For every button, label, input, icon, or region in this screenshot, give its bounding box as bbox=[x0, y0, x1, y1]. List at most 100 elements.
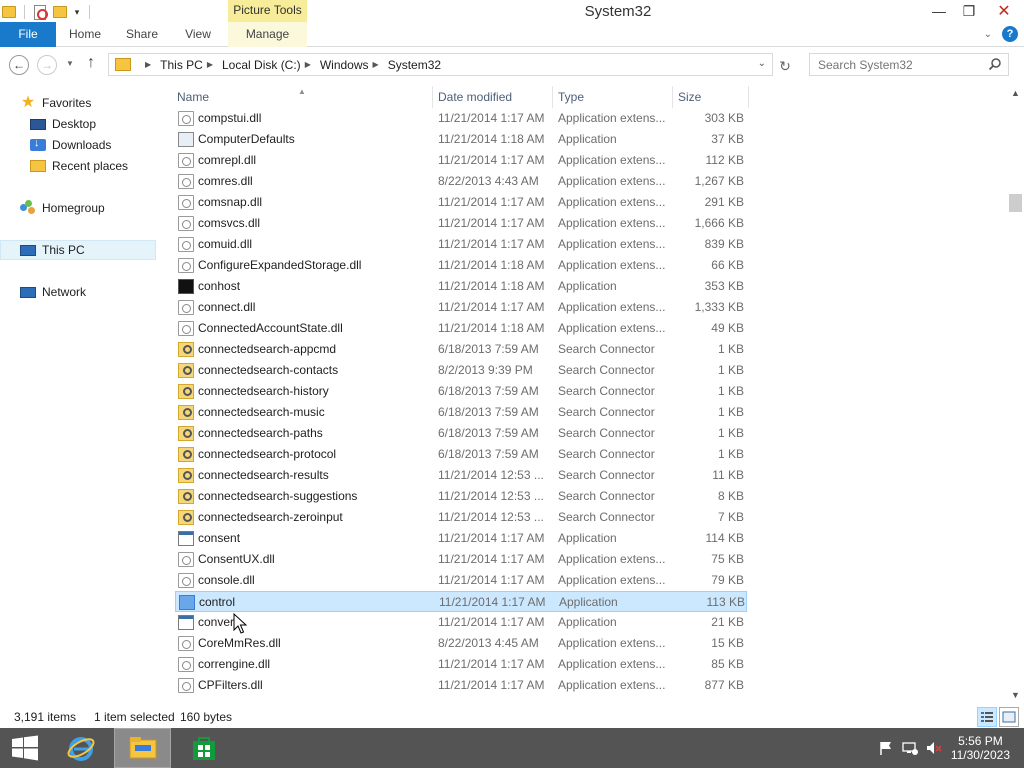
tab-home[interactable]: Home bbox=[60, 22, 110, 47]
tab-view[interactable]: View bbox=[174, 22, 222, 47]
large-icons-view-button[interactable] bbox=[999, 707, 1019, 727]
table-row[interactable]: convert 11/21/2014 1:17 AM Application 21 K… bbox=[175, 612, 747, 633]
address-history-chevron-icon[interactable]: ⌄ bbox=[758, 58, 766, 69]
clock-time: 5:56 PM bbox=[958, 734, 1003, 748]
scroll-down-arrow-icon[interactable]: ▼ bbox=[1011, 690, 1020, 700]
nav-item-homegroup[interactable]: Homegroup bbox=[0, 198, 156, 218]
table-row[interactable]: compstui.dll 11/21/2014 1:17 AM Applicatio… bbox=[175, 108, 747, 129]
forward-button[interactable]: → bbox=[37, 55, 57, 75]
table-row[interactable]: connectedsearch-results 11/21/2014 12:53 … bbox=[175, 465, 747, 486]
expand-ribbon-chevron-icon[interactable]: ⌄ bbox=[984, 29, 992, 40]
nav-item-favorites[interactable]: ★ Favorites bbox=[0, 93, 156, 113]
table-row[interactable]: consent 11/21/2014 1:17 AM Application 114 … bbox=[175, 528, 747, 549]
table-row[interactable]: connectedsearch-music 6/18/2013 7:59 AM Se… bbox=[175, 402, 747, 423]
nav-item-recent-places[interactable]: Recent places bbox=[0, 156, 156, 176]
table-row[interactable]: comuid.dll 11/21/2014 1:17 AM Application … bbox=[175, 234, 747, 255]
table-row[interactable]: CPFilters.dll 11/21/2014 1:17 AM Applicati… bbox=[175, 675, 747, 696]
ribbon-right-controls: ⌄ ? bbox=[984, 26, 1018, 42]
minimize-button[interactable]: — bbox=[924, 0, 954, 22]
file-size: 7 KB bbox=[717, 510, 744, 524]
table-row[interactable]: connectedsearch-protocol 6/18/2013 7:59 A… bbox=[175, 444, 747, 465]
file-name: ConnectedAccountState.dll bbox=[198, 321, 343, 335]
back-button[interactable]: ← bbox=[9, 55, 29, 75]
file-type: Application extens... bbox=[558, 195, 666, 209]
breadcrumb-chevron-icon[interactable]: ▶ bbox=[207, 60, 213, 69]
scroll-up-arrow-icon[interactable]: ▲ bbox=[1011, 88, 1020, 98]
tab-manage[interactable]: Manage bbox=[228, 22, 307, 47]
start-button[interactable] bbox=[0, 728, 50, 768]
tab-share[interactable]: Share bbox=[118, 22, 166, 47]
table-row[interactable]: comsvcs.dll 11/21/2014 1:17 AM Application… bbox=[175, 213, 747, 234]
nav-item-network[interactable]: Network bbox=[0, 282, 156, 302]
column-header-type[interactable]: Type bbox=[553, 86, 673, 108]
nav-item-desktop[interactable]: Desktop bbox=[0, 114, 156, 134]
table-row[interactable]: connectedsearch-history 6/18/2013 7:59 AM… bbox=[175, 381, 747, 402]
recent-places-icon bbox=[30, 160, 46, 172]
search-input[interactable] bbox=[818, 57, 983, 72]
table-row[interactable]: conhost 11/21/2014 1:18 AM Application 353 … bbox=[175, 276, 747, 297]
table-row[interactable]: comrepl.dll 11/21/2014 1:17 AM Application… bbox=[175, 150, 747, 171]
details-view-button[interactable] bbox=[977, 707, 997, 727]
table-row[interactable]: comsnap.dll 11/21/2014 1:17 AM Application… bbox=[175, 192, 747, 213]
table-row[interactable]: ConnectedAccountState.dll 11/21/2014 1:18… bbox=[175, 318, 747, 339]
search-box[interactable] bbox=[809, 53, 1009, 76]
tab-file[interactable]: File bbox=[0, 22, 56, 47]
column-header-size[interactable]: Size bbox=[673, 86, 749, 108]
file-size: 112 KB bbox=[705, 153, 744, 167]
internet-explorer-taskbar-button[interactable] bbox=[55, 728, 107, 768]
help-icon[interactable]: ? bbox=[1002, 26, 1018, 42]
store-taskbar-button[interactable] bbox=[178, 728, 230, 768]
dll-file-icon bbox=[178, 216, 194, 231]
breadcrumb-chevron-icon[interactable]: ▶ bbox=[145, 60, 151, 69]
table-row[interactable]: ConfigureExpandedStorage.dll 11/21/2014 1… bbox=[175, 255, 747, 276]
table-row[interactable]: console.dll 11/21/2014 1:17 AM Application… bbox=[175, 570, 747, 591]
column-header-date[interactable]: Date modified bbox=[433, 86, 553, 108]
refresh-icon[interactable]: ↻ bbox=[776, 57, 794, 75]
maximize-button[interactable]: ❐ bbox=[954, 0, 984, 22]
file-type: Application extens... bbox=[558, 216, 666, 230]
file-name: control bbox=[199, 595, 236, 609]
nav-item-downloads[interactable]: Downloads bbox=[0, 135, 156, 155]
scrollbar-thumb[interactable] bbox=[1009, 194, 1022, 212]
table-row[interactable]: correngine.dll 11/21/2014 1:17 AM Applicat… bbox=[175, 654, 747, 675]
recent-locations-chevron-icon[interactable]: ▼ bbox=[66, 59, 74, 68]
table-row[interactable]: connectedsearch-paths 6/18/2013 7:59 AM Se… bbox=[175, 423, 747, 444]
breadcrumb-system32[interactable]: System32 bbox=[388, 58, 441, 72]
table-row[interactable]: ConsentUX.dll 11/21/2014 1:17 AM Applicati… bbox=[175, 549, 747, 570]
file-name: connectedsearch-protocol bbox=[198, 447, 337, 461]
table-row[interactable]: connectedsearch-contacts 8/2/2013 9:39 PM… bbox=[175, 360, 747, 381]
table-row[interactable]: ComputerDefaults 11/21/2014 1:18 AM Applic… bbox=[175, 129, 747, 150]
table-row[interactable]: connect.dll 11/21/2014 1:17 AM Application… bbox=[175, 297, 747, 318]
table-row[interactable]: CoreMmRes.dll 8/22/2013 4:45 AM Applicatio… bbox=[175, 633, 747, 654]
clock[interactable]: 5:56 PM 11/30/2023 bbox=[951, 734, 1010, 762]
close-button[interactable]: ✕ bbox=[984, 0, 1024, 22]
internet-explorer-icon bbox=[67, 737, 95, 761]
address-bar[interactable]: ▶ This PC ▶ Local Disk (C:) ▶ Windows ▶ … bbox=[108, 53, 773, 76]
nav-item-this-pc[interactable]: This PC bbox=[0, 240, 156, 260]
table-row[interactable]: connectedsearch-appcmd 6/18/2013 7:59 AM S… bbox=[175, 339, 747, 360]
sort-ascending-icon: ▲ bbox=[298, 87, 306, 96]
column-header-name[interactable]: ▲ Name bbox=[172, 86, 433, 108]
file-name: ComputerDefaults bbox=[198, 132, 295, 146]
breadcrumb-windows[interactable]: Windows bbox=[320, 58, 369, 72]
system-tray: 5:56 PM 11/30/2023 bbox=[864, 728, 1024, 768]
table-row[interactable]: connectedsearch-suggestions 11/21/2014 12… bbox=[175, 486, 747, 507]
file-date-modified: 11/21/2014 1:18 AM bbox=[438, 132, 545, 146]
file-type: Application extens... bbox=[558, 237, 666, 251]
network-status-icon[interactable] bbox=[902, 740, 918, 756]
speaker-muted-icon[interactable] bbox=[926, 740, 942, 756]
breadcrumb-chevron-icon[interactable]: ▶ bbox=[373, 60, 379, 69]
action-center-flag-icon[interactable] bbox=[878, 740, 894, 756]
vertical-scrollbar[interactable]: ▲ ▼ bbox=[1007, 86, 1024, 704]
nav-item-label: Favorites bbox=[42, 96, 92, 110]
table-row[interactable]: connectedsearch-zeroinput 11/21/2014 12:5… bbox=[175, 507, 747, 528]
search-icon[interactable] bbox=[988, 57, 1002, 71]
file-type: Application extens... bbox=[558, 300, 666, 314]
file-explorer-taskbar-button[interactable] bbox=[114, 728, 171, 768]
breadcrumb-this-pc[interactable]: This PC bbox=[160, 58, 203, 72]
table-row-selected[interactable]: control 11/21/2014 1:17 AM Application 113 … bbox=[175, 591, 747, 612]
breadcrumb-chevron-icon[interactable]: ▶ bbox=[305, 60, 311, 69]
up-arrow-icon[interactable]: ↑ bbox=[87, 54, 95, 72]
table-row[interactable]: comres.dll 8/22/2013 4:43 AM Application e… bbox=[175, 171, 747, 192]
breadcrumb-local-disk[interactable]: Local Disk (C:) bbox=[222, 58, 301, 72]
